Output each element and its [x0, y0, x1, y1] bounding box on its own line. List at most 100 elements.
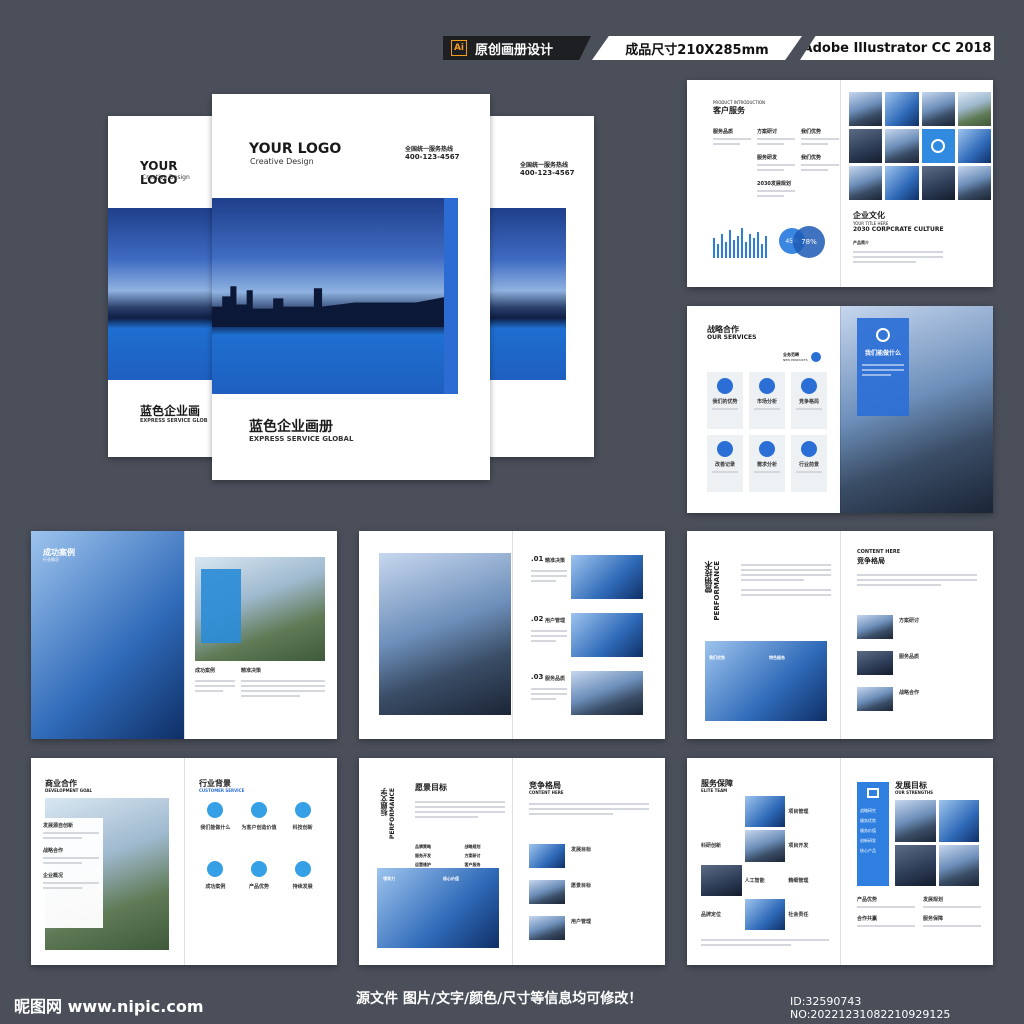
spread7-box-label-1: 领导力 — [383, 876, 395, 881]
spread1-culture-text — [853, 248, 943, 266]
spread4-no-3: .03 — [531, 673, 544, 681]
cover-main-blue-strip — [444, 198, 458, 394]
service-icon — [801, 378, 817, 394]
spread1-item: 2030发展规划 — [757, 180, 795, 200]
spread6-icon-cell: 科技创新 — [282, 802, 323, 831]
nipic-watermark-logo: 昵图网 www.nipic.com — [14, 997, 204, 1016]
grid-photo — [921, 92, 955, 126]
spread5-box-1: 我们优势 — [709, 655, 725, 660]
grid-label: 科研创新 — [701, 843, 722, 850]
spread7-intro — [529, 800, 649, 818]
service-card: 竞争格局 — [791, 372, 827, 429]
cover-main-title: 蓝色企业画册 — [249, 419, 333, 435]
trophy-icon — [867, 788, 879, 798]
cover-main-hotline: 400-123-4567 — [405, 153, 460, 161]
grid-photo — [744, 898, 786, 930]
spread5-photo-1 — [857, 615, 893, 639]
feature-icon — [207, 861, 224, 877]
spread8-title-en: ELITE TEAM — [701, 788, 728, 793]
grid-photo — [938, 844, 979, 886]
spread7-vertical-en: PERFORMANCE — [389, 788, 396, 840]
spread7-box-label-2: 核心价值 — [443, 876, 459, 881]
service-card: 市场分析 — [749, 372, 785, 429]
spread1-item — [713, 180, 751, 200]
service-icon — [801, 441, 817, 457]
spread8-bottom: 产品优势 发展规划 合作共赢 服务保障 — [857, 896, 981, 930]
spread7-item-1: 发展目标 — [571, 847, 592, 853]
cover-right-hotline: 400-123-4567 — [520, 169, 575, 177]
spread6-item-1: 发展源自创新 — [43, 823, 74, 829]
spread7-right-en: CONTENT HERE — [529, 790, 564, 795]
cover-left: YOUR LOGO Creative Design 蓝色企业画 EXPRESS … — [108, 116, 218, 457]
grid-photo — [938, 800, 979, 842]
header-badge-software: Adobe Illustrator CC 2018 — [800, 36, 994, 60]
service-icon — [717, 441, 733, 457]
spread-customer-service: PRODUCT INTRODUCTION 客户服务 服务品质 方案研讨 我们优势… — [687, 80, 993, 287]
spread7-photo-2 — [529, 880, 565, 904]
spread6-icon-cell: 持续发展 — [282, 861, 323, 890]
header-label-size: 成品尺寸210X285mm — [625, 42, 769, 58]
spread6-item-3: 企业概况 — [43, 873, 64, 879]
spread7-photo-1 — [529, 844, 565, 868]
spread8-bottom-item: 合作共赢 — [857, 915, 915, 930]
spread1-item: 服务研发 — [757, 154, 795, 174]
spread7-text — [415, 798, 505, 821]
feature-icon — [250, 861, 267, 877]
spread4-photo-1 — [571, 555, 643, 599]
spread5-item-1: 方案研讨 — [899, 618, 920, 624]
spread6-icon-cell: 产品优势 — [239, 861, 280, 890]
spread5-photo-3 — [857, 687, 893, 711]
spread1-culture-title: 企业文化 — [853, 211, 885, 220]
service-icon — [759, 378, 775, 394]
grid-label: 项目开发 — [788, 843, 809, 850]
spread-decision: .01 精准决策 .02 用户管理 .03 服务品质 — [359, 531, 665, 739]
spread2-blue-box: 我们能做什么 — [857, 318, 909, 416]
spread1-title: 客户服务 — [713, 106, 745, 115]
spread6-icon-grid: 我们能做什么 为客户创造价值 科技创新 成功案例 产品优势 持续发展 — [195, 802, 323, 890]
spread7-vertical-cn: 标题文字 — [380, 788, 388, 816]
spread1-pct-circle-2: 78% — [793, 226, 825, 258]
grid-photo — [849, 92, 883, 126]
spread7-title: 愿景目标 — [415, 783, 447, 792]
spread2-side-en: NEW PRODUCTS — [783, 358, 808, 362]
spread4-photo-3 — [571, 671, 643, 715]
spread3-label1: 成功案例 — [195, 668, 216, 674]
spread5-vertical-en: PERFORMANCE — [713, 561, 721, 621]
spread5-photo-2 — [857, 651, 893, 675]
cover-main-hotline-label: 全国统一服务热线 — [405, 146, 454, 153]
footer-note: 源文件 图片/文字/颜色/尺寸等信息均可修改！ — [356, 991, 643, 1007]
feature-icon — [207, 802, 224, 818]
spread7-photo — [377, 868, 499, 948]
spread-vision: 标题文字 PERFORMANCE 愿景目标 品牌策略 战略规划 服务开发 方案研讨 … — [359, 758, 665, 965]
network-icon — [876, 328, 890, 342]
spread1-item: 我们优势 — [801, 154, 839, 174]
grid-photo — [849, 166, 883, 200]
cover-right-hotline-label: 全国统一服务热线 — [520, 162, 569, 169]
spread1-item — [713, 154, 751, 174]
spread1-items: 服务品质 方案研讨 我们优势 服务研发 我们优势 2030发展规划 — [713, 128, 839, 200]
cover-left-logo-sub: Creative Design — [142, 174, 190, 181]
spread7-item-2: 愿景目标 — [571, 883, 592, 889]
footer-id: ID:32590743 NO:20221231082210929125 — [790, 995, 951, 1021]
cover-main-logo-sub: Creative Design — [250, 157, 314, 166]
spread-business: 商业合作 DEVELOPMENT GOAL 发展源自创新 战略合作 企业概况 行… — [31, 758, 337, 965]
spread-service-guarantee: 服务保障 ELITE TEAM 项目管理 科研创新 项目开发 人工智能 精细管理… — [687, 758, 993, 965]
spread1-item: 我们优势 — [801, 128, 839, 148]
cover-left-title: 蓝色企业画 — [140, 404, 201, 418]
spread5-box-2: 特色服务 — [769, 655, 785, 660]
spread5-item-3: 战略合作 — [899, 690, 920, 696]
spread8-list-5: 核心产品 — [860, 848, 876, 853]
cover-main: YOUR LOGO Creative Design 全国统一服务热线 400-1… — [212, 94, 490, 480]
service-card: 改善记录 — [707, 435, 743, 492]
cover-left-logo: YOUR LOGO — [140, 159, 178, 187]
cover-left-photo — [108, 208, 218, 380]
spread7-checks: 品牌策略 战略规划 服务开发 方案研讨 运营维护 客户服务 — [415, 844, 481, 867]
grid-label: 品牌定位 — [701, 911, 722, 918]
cover-left-subtitle: EXPRESS SERVICE GLOB — [140, 418, 208, 424]
spread3-icon-panel — [201, 569, 241, 643]
spread8-bottom-item: 服务保障 — [923, 915, 981, 930]
header-badge-original-design: Ai 原创画册设计 — [443, 36, 591, 60]
spread2-title-en: OUR SERVICES — [707, 334, 757, 341]
spread4-no-2: .02 — [531, 615, 544, 623]
service-icon — [759, 441, 775, 457]
